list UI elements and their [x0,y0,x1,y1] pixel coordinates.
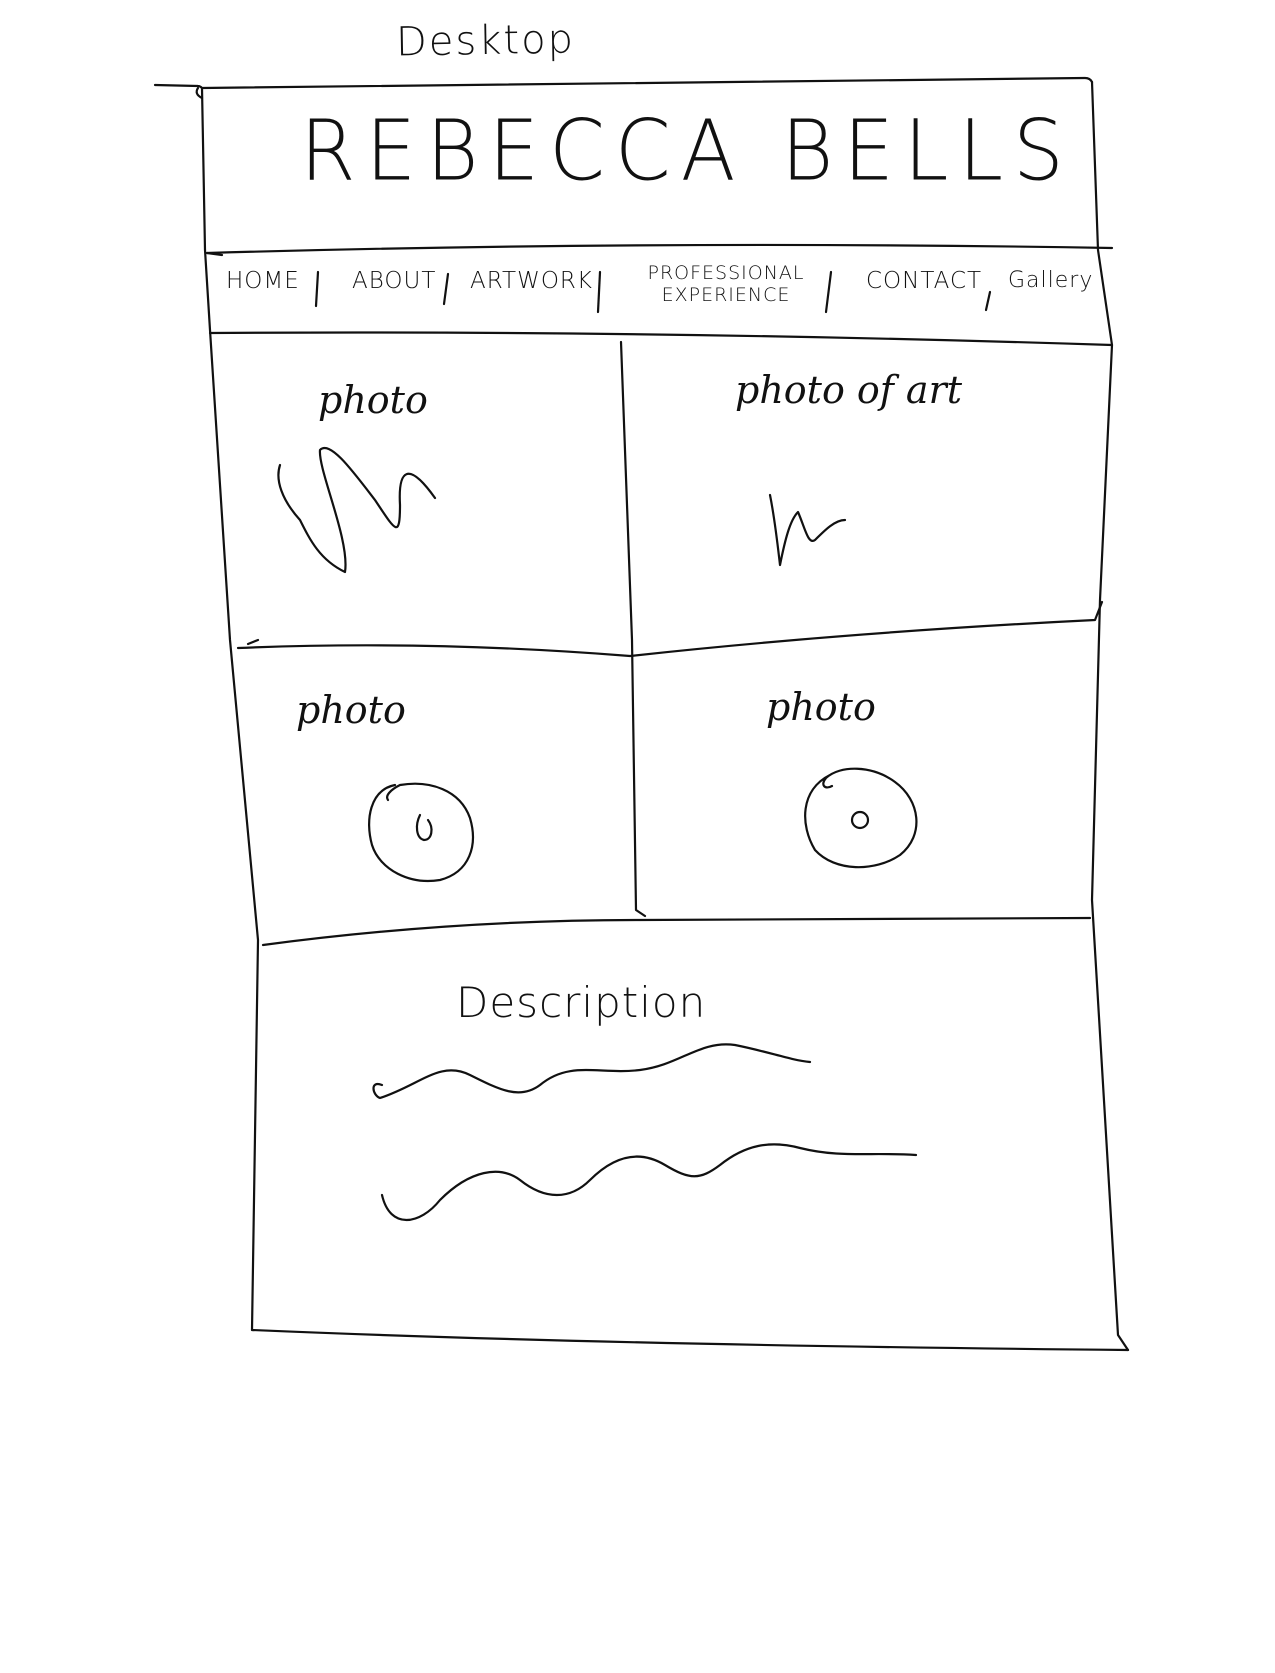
nav-item-gallery[interactable]: Gallery [1008,268,1093,293]
grid-tick [246,638,260,646]
nav-separator [596,270,602,314]
frame-right-edge [1090,80,1130,1352]
nav-item-about[interactable]: ABOUT [352,268,436,294]
photo-circle [368,782,474,883]
nav-divider [208,331,1114,347]
description-label: Description [456,978,707,1027]
cell-label-photo-of-art: photo of art [735,368,963,412]
art-scribble [768,493,847,567]
cell-label-photo: photo [766,685,876,729]
nav-separator [314,270,320,308]
nav-item-professional-experience[interactable]: PROFESSIONAL EXPERIENCE [628,262,824,306]
header-divider [205,243,1114,255]
description-squiggle [372,1043,812,1100]
grid-bottom-divider [261,916,1092,947]
nav-separator [984,290,992,312]
nav-separator [442,272,450,306]
grid-vertical-divider [619,340,647,918]
frame-top-line [153,76,1094,90]
page-label: Desktop [395,16,576,66]
wireframe-sketch [153,76,1130,1352]
nav-item-contact[interactable]: CONTACT [866,268,982,294]
photo-circle-inner [850,810,870,830]
photo-scribble [277,447,437,574]
nav-separator [824,270,833,314]
frame-bottom-edge [250,1328,1130,1352]
description-squiggle [380,1143,918,1222]
nav-item-home[interactable]: HOME [226,268,300,294]
photo-circle-inner [415,813,433,842]
photo-circle [804,767,918,869]
cell-label-photo: photo [296,688,406,732]
site-title: REBECCA BELLS [300,101,1074,200]
cell-label-photo: photo [318,378,428,422]
nav-item-artwork[interactable]: ARTWORK [470,268,593,294]
grid-horizontal-divider [236,600,1104,658]
